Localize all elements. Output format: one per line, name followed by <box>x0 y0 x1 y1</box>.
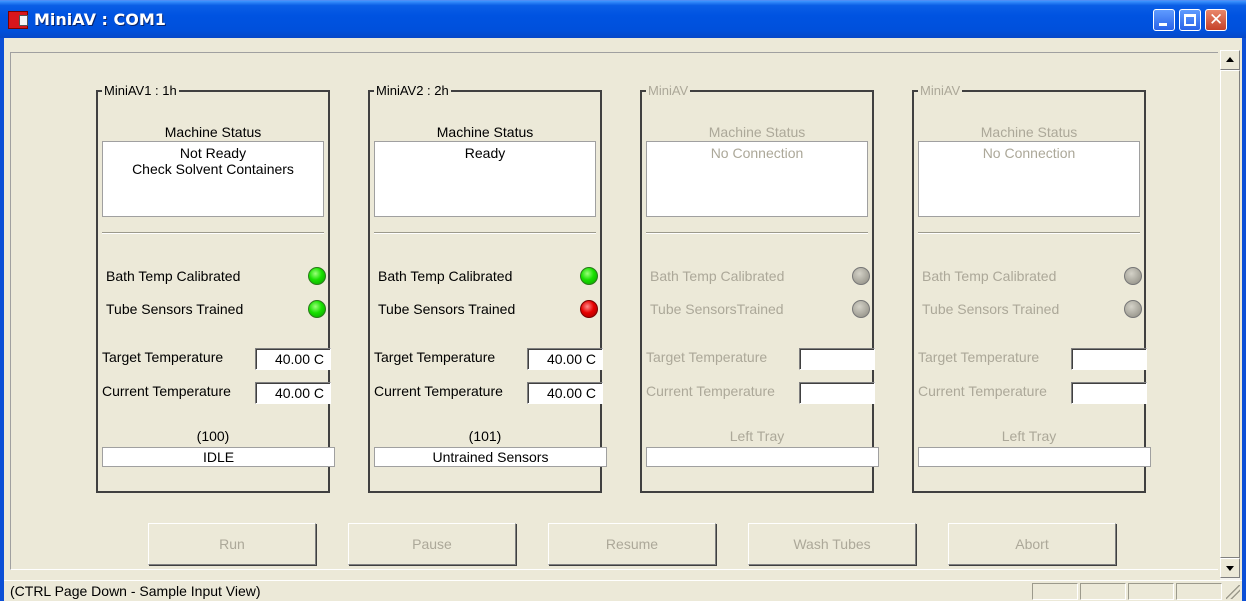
status-line: No Connection <box>710 145 804 161</box>
target-temperature-field[interactable] <box>1071 348 1147 370</box>
maximize-button[interactable] <box>1179 9 1201 31</box>
minimize-icon <box>1159 23 1167 26</box>
scroll-thumb[interactable] <box>1220 70 1240 558</box>
bath-temp-label: Bath Temp Calibrated <box>106 268 241 284</box>
target-temperature-label: Target Temperature <box>918 349 1040 365</box>
status-line: Ready <box>464 145 506 161</box>
app-icon <box>8 11 28 29</box>
current-temperature-field[interactable] <box>799 382 875 404</box>
abort-button[interactable]: Abort <box>948 523 1116 565</box>
bath-temp-label: Bath Temp Calibrated <box>922 268 1057 284</box>
title-bar[interactable]: MiniAV : COM1 ✕ <box>0 0 1246 38</box>
machine-status-box: No Connection <box>646 141 868 217</box>
tube-sensors-label: Tube Sensors Trained <box>378 301 516 317</box>
status-line: No Connection <box>982 145 1076 161</box>
device-panel-2: MiniAV2 : 2h Machine Status Ready Bath T… <box>368 83 607 493</box>
close-button[interactable]: ✕ <box>1205 9 1227 31</box>
tube-sensors-label: Tube Sensors Trained <box>922 301 1060 317</box>
current-temperature-field[interactable]: 40.00 C <box>527 382 603 404</box>
tray-status-field <box>918 447 1151 467</box>
panel-title: MiniAV1 : 1h <box>102 83 179 98</box>
status-pane <box>1080 583 1126 600</box>
target-temperature-label: Target Temperature <box>374 349 496 365</box>
divider <box>102 232 324 234</box>
status-pane <box>1128 583 1174 600</box>
bath-temp-indicator-icon <box>308 267 326 285</box>
tube-sensors-indicator-icon <box>580 300 598 318</box>
machine-status-box: Not Ready Check Solvent Containers <box>102 141 324 217</box>
window-title: MiniAV : COM1 <box>34 10 166 29</box>
target-temperature-field[interactable]: 40.00 C <box>255 348 331 370</box>
resize-grip-icon[interactable] <box>1226 585 1240 599</box>
tube-sensors-indicator-icon <box>1124 300 1142 318</box>
machine-status-title: Machine Status <box>164 124 262 140</box>
target-temperature-field[interactable]: 40.00 C <box>527 348 603 370</box>
tube-sensors-label: Tube SensorsTrained <box>650 301 784 317</box>
bath-temp-label: Bath Temp Calibrated <box>378 268 513 284</box>
resume-button[interactable]: Resume <box>548 523 716 565</box>
tray-label: Left Tray <box>729 428 785 444</box>
tube-sensors-indicator-icon <box>852 300 870 318</box>
status-line: Check Solvent Containers <box>132 161 294 177</box>
current-temperature-label: Current Temperature <box>102 383 231 399</box>
divider <box>918 232 1140 234</box>
panel-title: MiniAV <box>646 83 691 98</box>
bath-temp-indicator-icon <box>580 267 598 285</box>
arrow-up-icon <box>1226 57 1234 62</box>
scroll-down-button[interactable] <box>1220 558 1240 578</box>
current-temperature-label: Current Temperature <box>374 383 503 399</box>
device-panel-1: MiniAV1 : 1h Machine Status Not Ready Ch… <box>96 83 335 493</box>
tray-status-field <box>646 447 879 467</box>
status-pane <box>1176 583 1222 600</box>
tray-label: Left Tray <box>1001 428 1057 444</box>
close-icon: ✕ <box>1209 10 1224 30</box>
pause-button[interactable]: Pause <box>348 523 516 565</box>
status-line: Not Ready <box>179 145 247 161</box>
machine-status-box: No Connection <box>918 141 1140 217</box>
current-temperature-field[interactable] <box>1071 382 1147 404</box>
window-frame-right <box>1242 38 1246 601</box>
tube-sensors-label: Tube Sensors Trained <box>106 301 244 317</box>
tray-label: (101) <box>468 428 502 444</box>
target-temperature-field[interactable] <box>799 348 875 370</box>
status-pane <box>1032 583 1078 600</box>
tray-label: (100) <box>196 428 230 444</box>
vertical-scrollbar[interactable] <box>1220 50 1240 580</box>
panel-title: MiniAV <box>918 83 963 98</box>
run-button[interactable]: Run <box>148 523 316 565</box>
bath-temp-indicator-icon <box>1124 267 1142 285</box>
scroll-up-button[interactable] <box>1220 50 1240 70</box>
status-bar: (CTRL Page Down - Sample Input View) <box>4 580 1242 601</box>
arrow-down-icon <box>1226 566 1234 571</box>
target-temperature-label: Target Temperature <box>646 349 768 365</box>
current-temperature-label: Current Temperature <box>918 383 1047 399</box>
bath-temp-label: Bath Temp Calibrated <box>650 268 785 284</box>
maximize-icon <box>1184 14 1196 26</box>
tube-sensors-indicator-icon <box>308 300 326 318</box>
bath-temp-indicator-icon <box>852 267 870 285</box>
wash-tubes-button[interactable]: Wash Tubes <box>748 523 916 565</box>
device-panel-3: MiniAV Machine Status No Connection Bath… <box>640 83 879 493</box>
tray-status-field: Untrained Sensors <box>374 447 607 467</box>
target-temperature-label: Target Temperature <box>102 349 224 365</box>
status-bar-text: (CTRL Page Down - Sample Input View) <box>10 583 261 599</box>
machine-status-title: Machine Status <box>708 124 806 140</box>
device-panel-4: MiniAV Machine Status No Connection Bath… <box>912 83 1151 493</box>
panel-title: MiniAV2 : 2h <box>374 83 451 98</box>
divider <box>374 232 596 234</box>
current-temperature-field[interactable]: 40.00 C <box>255 382 331 404</box>
tray-status-field: IDLE <box>102 447 335 467</box>
machine-status-title: Machine Status <box>436 124 534 140</box>
minimize-button[interactable] <box>1153 9 1175 31</box>
machine-status-box: Ready <box>374 141 596 217</box>
current-temperature-label: Current Temperature <box>646 383 775 399</box>
divider <box>646 232 868 234</box>
machine-status-title: Machine Status <box>980 124 1078 140</box>
